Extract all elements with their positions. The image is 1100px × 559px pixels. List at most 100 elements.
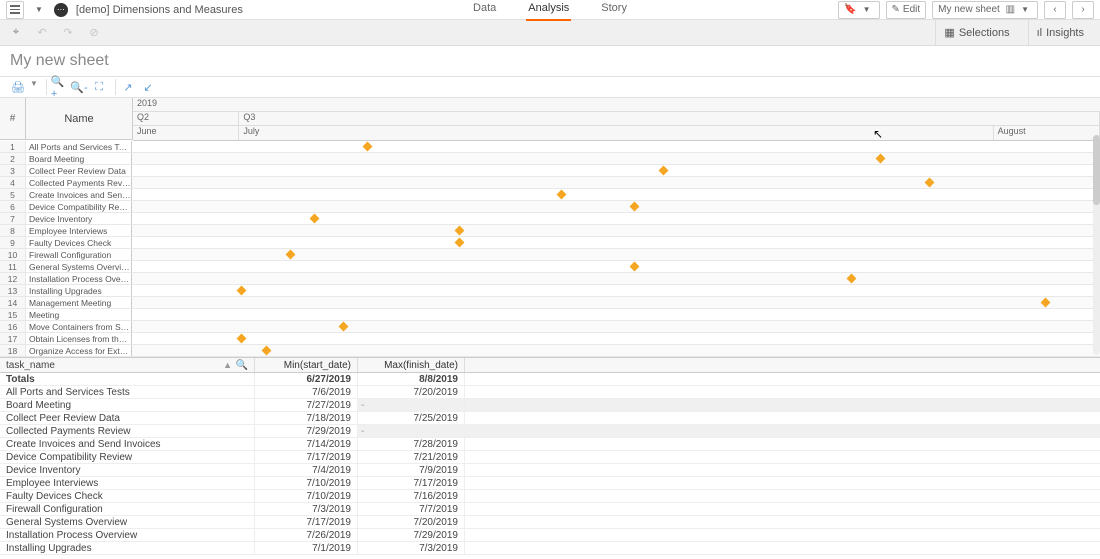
col-min-start[interactable]: Min(start_date) <box>255 358 358 372</box>
col-max-finish[interactable]: Max(finish_date) <box>358 358 465 372</box>
next-sheet-button[interactable]: › <box>1072 1 1094 19</box>
gantt-row[interactable]: 17Obtain Licenses from the Vendor <box>0 333 132 345</box>
tab-analysis[interactable]: Analysis <box>526 0 571 21</box>
gantt-row[interactable]: 4Collected Payments Review <box>0 177 132 189</box>
gantt-row[interactable]: 2Board Meeting <box>0 153 132 165</box>
gantt-row[interactable]: 5Create Invoices and Send Invoices <box>0 189 132 201</box>
gantt-row[interactable]: 1All Ports and Services Tests <box>0 141 132 153</box>
gantt-timeline-row[interactable] <box>132 225 1100 237</box>
zoom-in-icon[interactable]: 🔍+ <box>51 79 67 95</box>
gantt-row[interactable]: 9Faulty Devices Check <box>0 237 132 249</box>
milestone-diamond[interactable] <box>629 202 639 212</box>
collapse-icon[interactable]: ↙ <box>140 79 156 95</box>
nav-menu-caret[interactable]: ▼ <box>32 5 46 14</box>
table-row[interactable]: Firewall Configuration7/3/20197/7/2019 <box>0 503 1100 516</box>
search-icon[interactable]: 🔍 <box>236 360 248 371</box>
table-row[interactable]: Device Compatibility Review7/17/20197/21… <box>0 451 1100 464</box>
table-row[interactable]: General Systems Overview7/17/20197/20/20… <box>0 516 1100 529</box>
expand-icon[interactable]: ↗ <box>120 79 136 95</box>
gantt-timeline-row[interactable] <box>132 177 1100 189</box>
gantt-timeline-row[interactable] <box>132 249 1100 261</box>
gantt-timeline-row[interactable] <box>132 165 1100 177</box>
vertical-scrollbar[interactable] <box>1093 135 1100 355</box>
gantt-timeline-row[interactable] <box>132 297 1100 309</box>
gantt-timeline-row[interactable] <box>132 321 1100 333</box>
milestone-diamond[interactable] <box>455 226 465 236</box>
gantt-row[interactable]: 15Meeting <box>0 309 132 321</box>
zoom-out-icon[interactable]: 🔍- <box>71 79 87 95</box>
gantt-row[interactable]: 14Management Meeting <box>0 297 132 309</box>
table-row[interactable]: Employee Interviews7/10/20197/17/2019 <box>0 477 1100 490</box>
gantt-timeline-row[interactable] <box>132 309 1100 321</box>
step-forward-icon[interactable]: ↷ <box>60 25 76 41</box>
gantt-timeline-row[interactable] <box>132 333 1100 345</box>
gantt-timeline-row[interactable] <box>132 141 1100 153</box>
col-task-name[interactable]: task_name ▲ 🔍 <box>0 358 255 372</box>
gantt-timeline-row[interactable] <box>132 261 1100 273</box>
milestone-diamond[interactable] <box>1040 298 1050 308</box>
nav-menu-button[interactable] <box>6 1 24 19</box>
export-icon[interactable]: 🖨 <box>10 79 26 95</box>
gantt-row[interactable]: 12Installation Process Overview <box>0 273 132 285</box>
milestone-diamond[interactable] <box>237 286 247 296</box>
fit-icon[interactable]: ⛶ <box>91 79 107 95</box>
gantt-row[interactable]: 18Organize Access for External Audit Tea <box>0 345 132 357</box>
selections-tool-button[interactable]: ▦Selections <box>935 20 1017 46</box>
step-back-icon[interactable]: ↶ <box>34 25 50 41</box>
gantt-timeline-row[interactable] <box>132 201 1100 213</box>
clear-selections-icon[interactable]: ⊘ <box>86 25 102 41</box>
sort-asc-icon[interactable]: ▲ <box>223 360 232 370</box>
gantt-timeline-row[interactable] <box>132 213 1100 225</box>
table-row[interactable]: Collected Payments Review7/29/2019- <box>0 425 1100 438</box>
table-row[interactable]: Collect Peer Review Data7/18/20197/25/20… <box>0 412 1100 425</box>
timeline-june: June <box>133 126 239 140</box>
prev-sheet-button[interactable]: ‹ <box>1044 1 1066 19</box>
milestone-diamond[interactable] <box>455 238 465 248</box>
tab-data[interactable]: Data <box>471 0 498 21</box>
insights-button[interactable]: ılInsights <box>1028 20 1092 46</box>
gantt-timeline-row[interactable] <box>132 345 1100 357</box>
table-row[interactable]: Create Invoices and Send Invoices7/14/20… <box>0 438 1100 451</box>
table-row[interactable]: Board Meeting7/27/2019- <box>0 399 1100 412</box>
table-row[interactable]: Installation Process Overview7/26/20197/… <box>0 529 1100 542</box>
table-row[interactable]: Faulty Devices Check7/10/20197/16/2019 <box>0 490 1100 503</box>
gantt-timeline-row[interactable] <box>132 237 1100 249</box>
milestone-diamond[interactable] <box>261 346 271 356</box>
cell-task: General Systems Overview <box>0 516 255 528</box>
milestone-diamond[interactable] <box>629 262 639 272</box>
tab-story[interactable]: Story <box>599 0 629 21</box>
milestone-diamond[interactable] <box>876 154 886 164</box>
milestone-diamond[interactable] <box>847 274 857 284</box>
gantt-row[interactable]: 16Move Containers from Storage Facility <box>0 321 132 333</box>
gantt-row[interactable]: 3Collect Peer Review Data <box>0 165 132 177</box>
milestone-diamond[interactable] <box>339 322 349 332</box>
milestone-diamond[interactable] <box>310 214 320 224</box>
gantt-chart[interactable]: # Name 2019 Q2 Q3 June July August 1All … <box>0 98 1100 357</box>
bookmark-button[interactable]: 🔖▼ <box>838 1 879 19</box>
table-row[interactable]: All Ports and Services Tests7/6/20197/20… <box>0 386 1100 399</box>
gantt-row[interactable]: 13Installing Upgrades <box>0 285 132 297</box>
gantt-row[interactable]: 8Employee Interviews <box>0 225 132 237</box>
edit-button[interactable]: ✎ Edit <box>886 1 927 19</box>
table-row[interactable]: Device Inventory7/4/20197/9/2019 <box>0 464 1100 477</box>
gantt-row[interactable]: 7Device Inventory <box>0 213 132 225</box>
milestone-diamond[interactable] <box>285 250 295 260</box>
milestone-diamond[interactable] <box>237 334 247 344</box>
gantt-row-num: 9 <box>0 237 26 248</box>
sheet-dropdown[interactable]: My new sheet ▥ ▼ <box>932 1 1038 19</box>
table-row[interactable]: Installing Upgrades7/1/20197/3/2019 <box>0 542 1100 555</box>
export-caret[interactable]: ▼ <box>30 79 38 95</box>
gantt-row[interactable]: 11General Systems Overview <box>0 261 132 273</box>
gantt-timeline-row[interactable] <box>132 273 1100 285</box>
milestone-diamond[interactable] <box>924 178 934 188</box>
gantt-row[interactable]: 10Firewall Configuration <box>0 249 132 261</box>
milestone-diamond[interactable] <box>363 142 373 152</box>
milestone-diamond[interactable] <box>556 190 566 200</box>
milestone-diamond[interactable] <box>658 166 668 176</box>
gantt-row[interactable]: 6Device Compatibility Review <box>0 201 132 213</box>
gantt-timeline-row[interactable] <box>132 285 1100 297</box>
smart-search-icon[interactable]: ⌖ <box>8 25 24 41</box>
scrollbar-thumb[interactable] <box>1093 135 1100 205</box>
gantt-timeline-row[interactable] <box>132 189 1100 201</box>
gantt-timeline-row[interactable] <box>132 153 1100 165</box>
